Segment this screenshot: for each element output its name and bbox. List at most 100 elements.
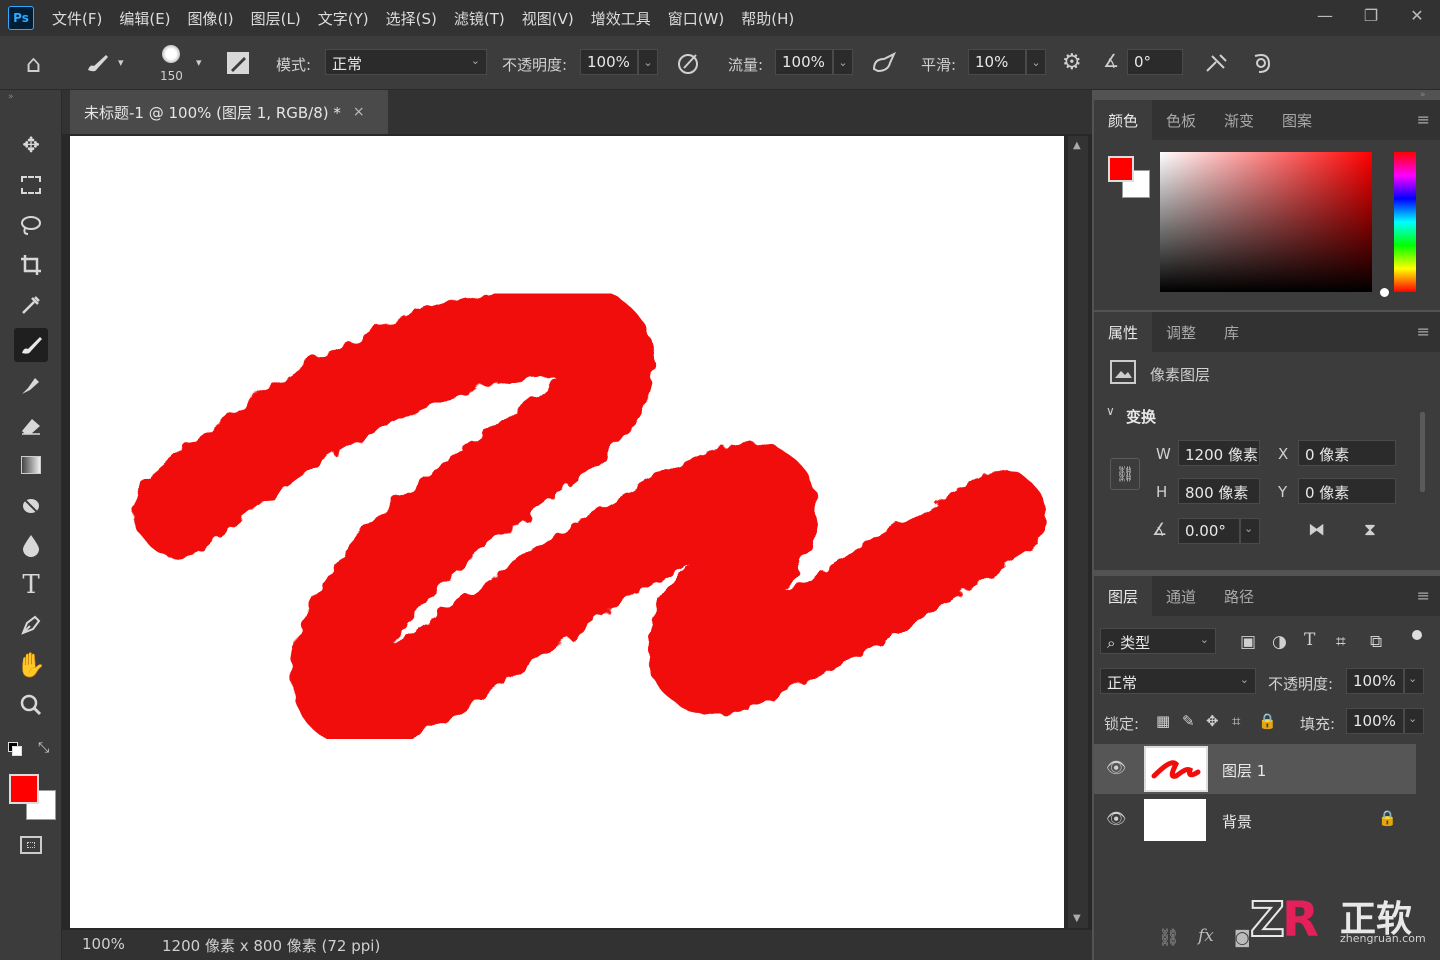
foreground-color-swatch[interactable] (9, 774, 39, 804)
type-tool-icon[interactable]: T (14, 568, 48, 602)
panel-menu-icon[interactable]: ≡ (1417, 110, 1430, 129)
fill-dropdown[interactable]: ⌄ (1404, 708, 1424, 734)
menu-image[interactable]: 图像(I) (188, 8, 234, 29)
restore-button[interactable]: ❐ (1348, 0, 1394, 30)
vertical-scrollbar[interactable]: ▲ ▼ (1068, 136, 1088, 928)
document-tab[interactable]: 未标题-1 @ 100% (图层 1, RGB/8) * × (70, 90, 388, 134)
opacity-input[interactable]: 100% (580, 49, 638, 75)
collapse-toolbar-icon[interactable]: » (8, 92, 14, 102)
swap-colors-icon[interactable]: ⤡ (38, 740, 49, 756)
crop-tool-icon[interactable] (14, 248, 48, 282)
opacity-dropdown[interactable]: ⌄ (638, 49, 658, 75)
chevron-down-icon[interactable]: ▾ (118, 56, 124, 69)
hand-tool-icon[interactable]: ✋ (14, 648, 48, 682)
visibility-eye-icon[interactable]: 👁 (1106, 809, 1126, 828)
color-field[interactable] (1160, 152, 1372, 292)
layer-row[interactable]: 👁 背景 🔒 (1094, 795, 1416, 845)
menu-type[interactable]: 文字(Y) (318, 8, 369, 29)
minimize-button[interactable]: — (1302, 0, 1348, 30)
marquee-tool-icon[interactable] (14, 168, 48, 202)
brush-angle-input[interactable]: 0° (1127, 49, 1183, 75)
layer-name[interactable]: 图层 1 (1222, 760, 1266, 781)
flip-vertical-icon[interactable]: ⧗ (1364, 520, 1376, 540)
home-icon[interactable]: ⌂ (26, 50, 41, 78)
zoom-tool-icon[interactable] (14, 688, 48, 722)
close-button[interactable]: ✕ (1394, 0, 1440, 30)
hue-slider-handle[interactable] (1380, 288, 1389, 297)
brush-tip-preview[interactable] (162, 45, 180, 63)
scroll-up-icon[interactable]: ▲ (1073, 140, 1081, 151)
chevron-down-icon[interactable]: ∨ (1106, 404, 1115, 418)
flow-input[interactable]: 100% (775, 49, 833, 75)
pen-tool-icon[interactable] (14, 608, 48, 642)
visibility-eye-icon[interactable]: 👁 (1106, 758, 1126, 777)
height-input[interactable]: 800 像素 (1178, 478, 1260, 504)
pressure-opacity-icon[interactable] (676, 51, 702, 75)
eyedropper-tool-icon[interactable] (14, 288, 48, 322)
link-dimensions-icon[interactable]: ⛓ (1110, 458, 1140, 490)
tab-swatches[interactable]: 色板 (1152, 100, 1210, 140)
x-input[interactable]: 0 像素 (1298, 440, 1396, 466)
pressure-size-icon[interactable] (1204, 51, 1230, 75)
menu-help[interactable]: 帮助(H) (741, 8, 794, 29)
document-info[interactable]: 1200 像素 x 800 像素 (72 ppi) (162, 935, 380, 956)
tab-gradients[interactable]: 渐变 (1210, 100, 1268, 140)
menu-filter[interactable]: 滤镜(T) (454, 8, 505, 29)
filter-type-icon[interactable]: T (1304, 630, 1315, 650)
rotate-angle-input[interactable]: 0.00° (1178, 518, 1240, 544)
lock-transparent-icon[interactable]: ▦ (1156, 712, 1170, 730)
menu-file[interactable]: 文件(F) (52, 8, 102, 29)
document-canvas[interactable] (70, 136, 1064, 928)
chevron-down-icon[interactable]: ▾ (196, 56, 202, 69)
layer-opacity-input[interactable]: 100% (1346, 668, 1404, 694)
filter-adjustment-icon[interactable]: ◑ (1272, 632, 1287, 652)
layer-opacity-dropdown[interactable]: ⌄ (1404, 668, 1424, 694)
tab-properties[interactable]: 属性 (1094, 312, 1153, 352)
tab-adjustments[interactable]: 调整 (1152, 312, 1210, 352)
scroll-down-icon[interactable]: ▼ (1073, 913, 1081, 924)
fill-input[interactable]: 100% (1346, 708, 1404, 734)
eraser-tool-icon[interactable] (14, 408, 48, 442)
smoothing-input[interactable]: 10% (968, 49, 1026, 75)
tab-color[interactable]: 颜色 (1094, 100, 1153, 140)
y-input[interactable]: 0 像素 (1298, 478, 1396, 504)
blur-tool-icon[interactable] (14, 488, 48, 522)
rotate-angle-dropdown[interactable]: ⌄ (1240, 518, 1260, 544)
layer-row[interactable]: 👁 图层 1 (1094, 744, 1416, 794)
width-input[interactable]: 1200 像素 (1178, 440, 1260, 466)
brush-settings-panel-icon[interactable] (226, 51, 250, 75)
photoshop-logo-icon[interactable]: Ps (8, 6, 34, 30)
clone-stamp-tool-icon[interactable] (14, 368, 48, 402)
airbrush-icon[interactable] (870, 51, 898, 75)
smoothing-dropdown[interactable]: ⌄ (1026, 49, 1046, 75)
default-colors-icon[interactable] (8, 742, 22, 756)
panel-menu-icon[interactable]: ≡ (1417, 322, 1430, 341)
gear-icon[interactable]: ⚙ (1062, 50, 1082, 75)
tab-patterns[interactable]: 图案 (1268, 100, 1326, 140)
fx-icon[interactable]: fx (1198, 926, 1214, 946)
collapse-panels-icon[interactable]: » (1420, 90, 1426, 100)
color-panel-fg-swatch[interactable] (1108, 156, 1134, 182)
menu-plugins[interactable]: 增效工具 (591, 8, 651, 29)
mode-select[interactable]: 正常 ⌄ (325, 49, 487, 75)
lasso-tool-icon[interactable] (14, 208, 48, 242)
filter-toggle-icon[interactable] (1412, 630, 1422, 640)
lock-pixels-icon[interactable]: ✎ (1182, 712, 1195, 730)
menu-select[interactable]: 选择(S) (386, 8, 437, 29)
layer-filter-select[interactable]: ⌕ 类型 ⌄ (1100, 628, 1216, 654)
panel-menu-icon[interactable]: ≡ (1417, 586, 1430, 605)
close-icon[interactable]: × (353, 104, 365, 120)
filter-pixel-icon[interactable]: ▣ (1240, 632, 1256, 652)
lock-artboard-icon[interactable]: ⌗ (1232, 712, 1240, 730)
dodge-tool-icon[interactable] (14, 528, 48, 562)
tab-paths[interactable]: 路径 (1210, 576, 1268, 616)
tab-channels[interactable]: 通道 (1152, 576, 1210, 616)
tab-libraries[interactable]: 库 (1210, 312, 1253, 352)
blend-mode-select[interactable]: 正常 ⌄ (1100, 668, 1256, 694)
link-icon[interactable]: ⛓ (1158, 928, 1180, 948)
tab-layers[interactable]: 图层 (1094, 576, 1153, 616)
menu-layer[interactable]: 图层(L) (251, 8, 301, 29)
lock-all-icon[interactable]: 🔒 (1258, 712, 1277, 730)
brush-preset-icon[interactable] (84, 52, 110, 74)
brush-tool-icon[interactable] (14, 328, 48, 362)
